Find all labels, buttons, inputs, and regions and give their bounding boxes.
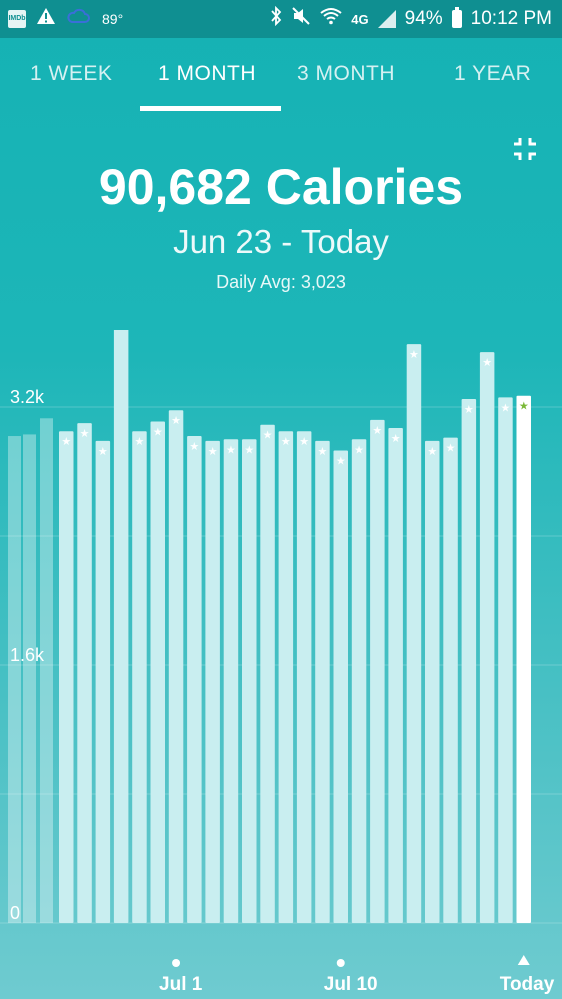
goal-star-icon: ★ [519,400,529,413]
goal-star-icon: ★ [336,455,346,468]
goal-star-icon: ★ [482,356,492,369]
wifi-icon [320,7,342,31]
bar[interactable] [296,431,312,923]
warning-icon [36,7,56,30]
goal-star-icon: ★ [501,401,511,414]
bar[interactable] [95,440,111,923]
goal-star-icon: ★ [372,424,382,437]
today-marker-icon [517,955,530,965]
tab-3-month[interactable]: 3 MONTH [297,62,395,86]
date-range: Jun 23 - Today [173,223,389,260]
date-marker [172,959,181,967]
goal-star-icon: ★ [299,435,309,448]
battery-icon [451,7,462,28]
previous-period-bar [23,434,36,923]
bar[interactable] [406,344,422,923]
bar[interactable] [113,330,129,923]
goal-star-icon: ★ [80,427,90,440]
previous-period-bar [40,418,53,923]
bar[interactable] [516,395,532,923]
goal-star-icon: ★ [244,443,254,456]
bar[interactable] [242,439,257,923]
x-axis-label: Today [500,974,555,995]
tab-1-year[interactable]: 1 YEAR [454,62,531,86]
range-tabs: 1 WEEK 1 MONTH 3 MONTH 1 YEAR [0,38,562,112]
bar[interactable] [205,440,220,923]
signal-icon [377,10,396,28]
bar[interactable] [461,398,477,923]
y-tick-label: 3.2k [10,387,45,407]
goal-star-icon: ★ [189,440,199,453]
temperature-text: 89° [102,10,124,27]
goal-star-icon: ★ [446,442,456,455]
bar[interactable] [498,397,513,923]
active-tab-indicator [140,106,281,111]
clock: 10:12 PM [470,8,552,29]
goal-star-icon: ★ [153,426,163,439]
bar[interactable] [388,427,403,923]
goal-star-icon: ★ [391,432,401,445]
goal-star-icon: ★ [354,443,364,456]
bar[interactable] [425,440,440,923]
goal-star-icon: ★ [171,414,181,427]
daily-average-value: 3,023 [300,272,346,292]
tab-1-month[interactable]: 1 MONTH [158,62,256,86]
bar[interactable] [479,352,495,923]
bar[interactable] [223,439,239,923]
date-marker [336,959,345,967]
x-axis-label: Jul 1 [159,974,203,995]
bar[interactable] [315,440,330,923]
bar[interactable] [370,419,385,923]
bar[interactable] [278,431,294,923]
battery-percent: 94% [404,8,443,29]
goal-star-icon: ★ [61,435,71,448]
goal-star-icon: ★ [98,445,108,458]
goal-star-icon: ★ [464,403,474,416]
tab-1-week[interactable]: 1 WEEK [30,62,112,86]
bar[interactable] [260,424,275,923]
previous-period-bar [8,436,21,923]
goal-star-icon: ★ [281,435,291,448]
goal-star-icon: ★ [427,445,437,458]
goal-star-icon: ★ [409,348,419,361]
cloud-icon [66,8,90,29]
bar[interactable] [351,439,367,923]
bar[interactable] [443,437,458,923]
y-tick-label: 0 [10,903,20,923]
x-axis-label: Jul 10 [324,974,378,995]
bar[interactable] [333,450,349,923]
bar[interactable] [168,410,184,924]
bar[interactable] [77,423,92,923]
daily-average: Daily Avg: 3,023 [0,272,562,293]
bar[interactable] [187,436,202,923]
bar[interactable] [150,421,166,923]
network-type: 4G [351,11,369,27]
imdb-icon: IMDb [8,9,26,28]
y-tick-label: 1.6k [10,645,45,665]
goal-star-icon: ★ [208,445,218,458]
status-bar: IMDb 89° 4G 94% 10:12 PM [0,0,562,38]
bluetooth-icon [270,5,282,32]
calories-bar-chart[interactable]: ★★★★★★★★★★★★★★★★★★★★★★★★★★3.2k1.6k0Jul 1… [0,330,562,999]
goal-star-icon: ★ [226,443,236,456]
daily-average-label: Daily Avg: [216,272,296,292]
total-calories: 90,682 Calories [98,159,464,215]
goal-star-icon: ★ [318,445,328,458]
goal-star-icon: ★ [263,429,273,442]
bar[interactable] [132,431,147,923]
bar[interactable] [59,431,74,923]
goal-star-icon: ★ [135,435,145,448]
mute-icon [291,6,311,32]
